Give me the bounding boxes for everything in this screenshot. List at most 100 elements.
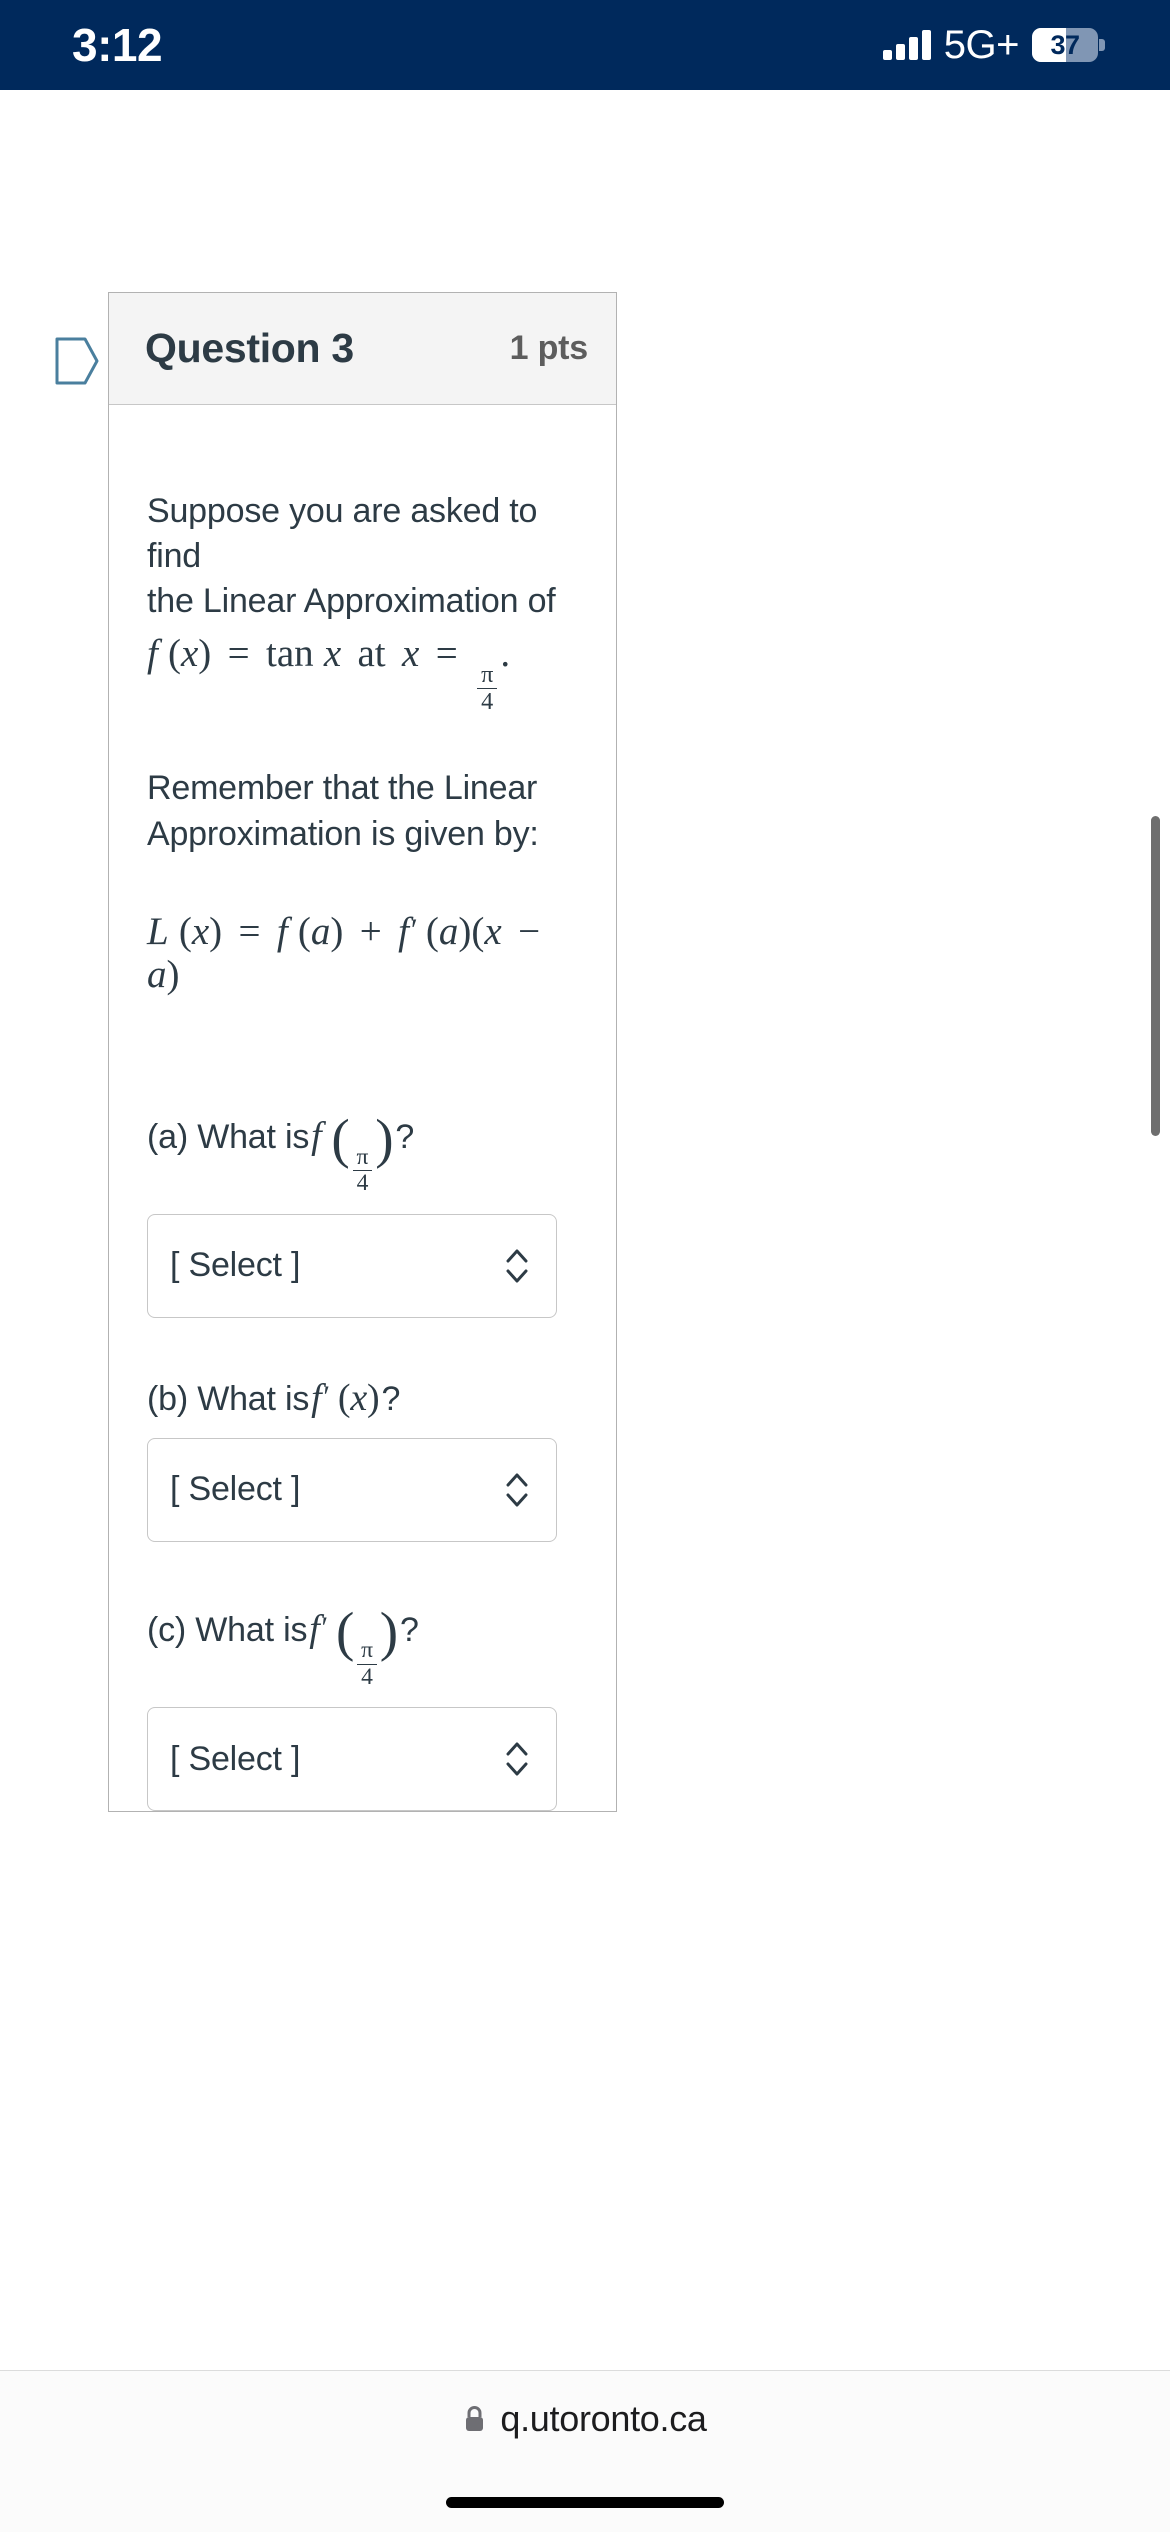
sub-c-frac-num: π bbox=[361, 1637, 373, 1664]
sub-b-prime: ′ bbox=[321, 1379, 329, 1414]
formula2-minus: − bbox=[518, 909, 541, 953]
browser-bottom-bar: q.utoronto.ca bbox=[0, 2370, 1170, 2532]
formula2-p4: ) bbox=[330, 909, 344, 953]
formula1-tan: tan bbox=[266, 631, 314, 675]
formula2-p2: ) bbox=[209, 909, 223, 953]
cellular-signal-icon bbox=[882, 30, 931, 60]
sub-question-a-math: f(π 4) bbox=[311, 1107, 393, 1196]
sub-c-frac-den: 4 bbox=[357, 1663, 377, 1690]
formula2-p6: ) bbox=[458, 909, 472, 953]
sub-question-b-prompt: (b) What is f′ (x) ? bbox=[147, 1376, 578, 1420]
sub-question-b-prefix: (b) What is bbox=[147, 1379, 310, 1418]
paragraph-2-line-2: Approximation is given by: bbox=[147, 814, 539, 853]
sub-c-prime: ′ bbox=[319, 1610, 327, 1645]
page-scrollbar[interactable] bbox=[1151, 816, 1160, 1136]
question-header: Question 3 1 pts bbox=[109, 293, 616, 405]
formula1-at-var: x bbox=[402, 631, 420, 675]
sub-b-close: ) bbox=[366, 1376, 380, 1419]
paragraph-2-line-1: Remember that the Linear bbox=[147, 769, 538, 808]
sub-a-fraction: π4 bbox=[352, 1143, 373, 1196]
network-type-label: 5G+ bbox=[943, 22, 1020, 67]
battery-percent-label: 37 bbox=[1050, 29, 1080, 60]
sub-c-fn: f bbox=[309, 1608, 320, 1651]
url-row[interactable]: q.utoronto.ca bbox=[0, 2371, 1170, 2467]
formula1-at: at bbox=[357, 631, 386, 675]
sub-question-a-select[interactable]: [ Select ] bbox=[147, 1213, 557, 1318]
question-paragraph-2: Remember that the Linear Approximation i… bbox=[147, 766, 578, 856]
formula1-period: . bbox=[500, 631, 511, 675]
question-card: Question 3 1 pts Suppose you are asked t… bbox=[108, 292, 617, 1813]
sub-question-b-suffix: ? bbox=[381, 1379, 401, 1418]
question-paragraph-1: Suppose you are asked to find the Linear… bbox=[147, 489, 578, 625]
sub-a-frac-num: π bbox=[356, 1143, 369, 1170]
sub-question-a-suffix: ? bbox=[395, 1117, 415, 1156]
paragraph-1-line-2: the Linear Approximation of bbox=[147, 582, 556, 621]
sub-b-fn: f bbox=[311, 1376, 322, 1419]
formula1-frac-den: 4 bbox=[477, 688, 498, 714]
page-content: Question 3 1 pts Suppose you are asked t… bbox=[0, 90, 1170, 2442]
question-body: Suppose you are asked to find the Linear… bbox=[109, 405, 616, 1812]
sub-question-c-math: f′(π 4) bbox=[309, 1600, 398, 1689]
formula1-at-equals: = bbox=[435, 631, 458, 675]
formula1-fraction: π4 bbox=[477, 661, 498, 714]
chevron-up-down-icon bbox=[506, 1473, 528, 1507]
formula2-x2: x bbox=[484, 909, 502, 953]
sub-c-fraction: π4 bbox=[357, 1637, 377, 1690]
sub-question-a-prefix: (a) What is bbox=[147, 1117, 310, 1156]
status-bar: 3:12 5G+ 37 bbox=[0, 0, 1170, 90]
formula2-fprime: f bbox=[398, 909, 409, 953]
formula1-var: x bbox=[180, 631, 199, 675]
formula-function-definition: f (x) = tan x at x = π 4. bbox=[147, 631, 578, 715]
paragraph-1-line-1: Suppose you are asked to find bbox=[147, 492, 538, 576]
formula2-prime: ′ bbox=[408, 912, 416, 948]
sub-question-b-select-value: [ Select ] bbox=[170, 1470, 301, 1509]
sub-question-c-suffix: ? bbox=[399, 1611, 419, 1650]
formula2-x1: x bbox=[191, 909, 210, 953]
formula2-f1: f bbox=[276, 909, 288, 953]
question-points: 1 pts bbox=[509, 329, 589, 367]
formula1-close: ) bbox=[198, 631, 212, 675]
formula2-a1: a bbox=[310, 909, 331, 953]
formula2-a3: a bbox=[147, 952, 167, 996]
sub-a-frac-den: 4 bbox=[352, 1170, 373, 1196]
formula2-p1: ( bbox=[178, 909, 192, 953]
formula-linear-approximation: L (x) = f (a) + f′ (a)(x −a) bbox=[147, 909, 578, 997]
formula2-p7: ( bbox=[471, 909, 485, 953]
sub-question-b-math: f′ (x) bbox=[311, 1376, 380, 1420]
formula2-a2: a bbox=[438, 909, 459, 953]
phone-screen: 3:12 5G+ 37 Question 3 1 pts Suppose you… bbox=[0, 0, 1170, 2532]
sub-question-c-prompt: (c) What is f′(π 4) ? bbox=[147, 1600, 578, 1689]
flag-outline-icon[interactable] bbox=[55, 337, 99, 385]
sub-c-open: ( bbox=[335, 1600, 355, 1662]
sub-question-c-select[interactable]: [ Select ] bbox=[147, 1707, 557, 1812]
sub-b-var: x bbox=[350, 1376, 367, 1419]
sub-question-c-select-value: [ Select ] bbox=[170, 1739, 301, 1778]
sub-c-close: ) bbox=[379, 1600, 398, 1662]
sub-a-open: ( bbox=[331, 1107, 350, 1169]
chevron-up-down-icon bbox=[506, 1742, 528, 1776]
formula2-plus: + bbox=[359, 909, 382, 953]
formula2-p8: ) bbox=[166, 952, 180, 996]
lock-icon bbox=[466, 2406, 484, 2431]
sub-question-a-prompt: (a) What is f(π 4) ? bbox=[147, 1107, 578, 1196]
status-bar-time: 3:12 bbox=[72, 19, 163, 71]
sub-question-b-select[interactable]: [ Select ] bbox=[147, 1437, 557, 1542]
sub-question-a-select-value: [ Select ] bbox=[170, 1246, 301, 1285]
chevron-up-down-icon bbox=[506, 1249, 528, 1283]
status-bar-indicators: 5G+ 37 bbox=[882, 22, 1105, 68]
formula1-frac-num: π bbox=[481, 661, 494, 689]
battery-icon: 37 bbox=[1032, 27, 1105, 63]
formula2-eq: = bbox=[238, 909, 261, 953]
sub-a-close: ) bbox=[375, 1107, 394, 1169]
formula1-equals: = bbox=[227, 631, 250, 675]
formula1-f: f bbox=[147, 631, 158, 675]
formula2-L: L bbox=[147, 909, 169, 953]
question-title: Question 3 bbox=[145, 325, 354, 371]
sub-question-c-prefix: (c) What is bbox=[147, 1611, 308, 1650]
home-indicator bbox=[446, 2497, 724, 2508]
sub-b-open: ( bbox=[337, 1376, 351, 1419]
formula1-tan-arg: x bbox=[323, 631, 342, 675]
formula1-open: ( bbox=[167, 631, 181, 675]
formula2-p5: ( bbox=[425, 909, 439, 953]
url-text: q.utoronto.ca bbox=[500, 2398, 707, 2439]
